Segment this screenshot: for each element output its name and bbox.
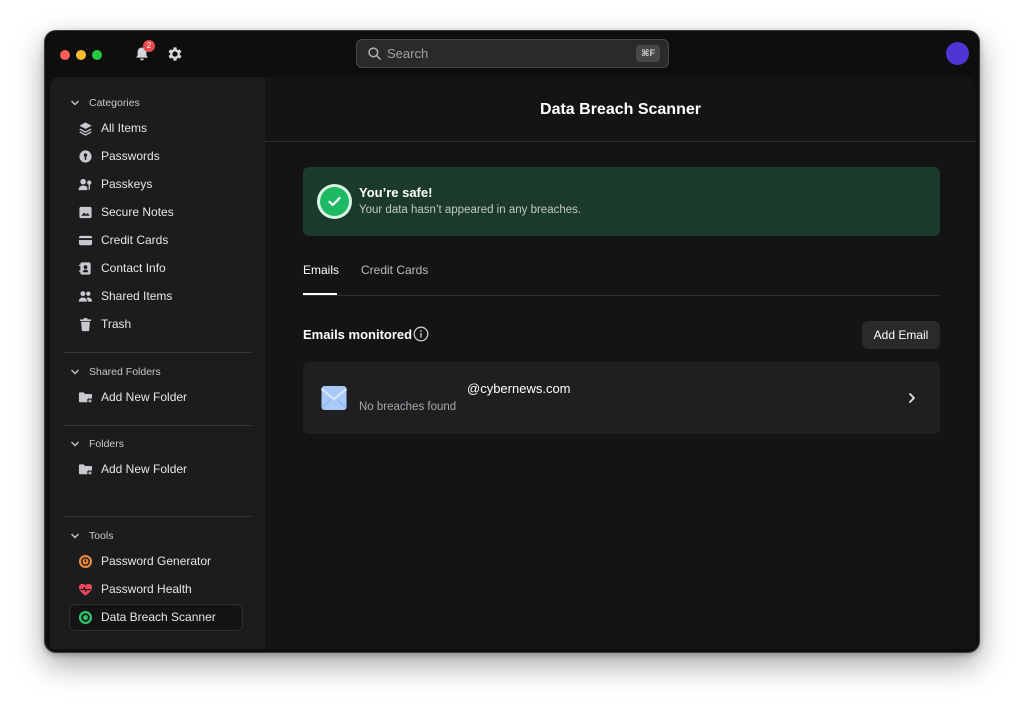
categories-header-label: Categories — [89, 97, 140, 109]
tabs-divider — [303, 295, 940, 296]
sidebar-item-label: All Items — [101, 121, 148, 135]
folder-plus-icon — [78, 392, 93, 404]
sidebar-divider — [64, 516, 251, 517]
search-bar[interactable]: Search ⌘F — [356, 39, 669, 68]
sidebar-item-label: Add New Folder — [101, 390, 188, 404]
sidebar-item-data-breach-scanner[interactable]: Data Breach Scanner — [69, 604, 243, 631]
sidebar-item-label: Contact Info — [101, 261, 166, 275]
titlebar: 2 Search ⌘F — [45, 31, 979, 77]
avatar[interactable] — [946, 42, 969, 65]
sidebar-item-password-generator[interactable]: Password Generator — [69, 548, 243, 575]
check-icon — [328, 196, 341, 207]
sidebar-item-label: Passwords — [101, 149, 160, 163]
search-input[interactable]: Search — [387, 46, 428, 61]
sidebar-item-label: Shared Items — [101, 289, 173, 303]
passkey-icon — [78, 178, 92, 191]
maximize-window-button[interactable] — [92, 50, 102, 60]
sidebar-item-label: Data Breach Scanner — [101, 610, 216, 624]
sidebar-item-credit-cards[interactable]: Credit Cards — [69, 227, 243, 254]
chevron-down-icon — [71, 441, 79, 447]
chevron-right-icon[interactable] — [905, 391, 919, 405]
contact-icon — [78, 262, 91, 275]
add-email-button[interactable]: Add Email — [862, 321, 940, 349]
folders-header-label: Folders — [89, 438, 125, 450]
sidebar-item-label: Credit Cards — [101, 233, 169, 247]
search-icon — [368, 47, 381, 60]
chevron-down-icon — [71, 369, 79, 375]
sidebar: Categories All Items Passwords Passkeys … — [50, 77, 265, 649]
page-title: Data Breach Scanner — [540, 101, 701, 118]
sidebar-item-password-health[interactable]: Password Health — [69, 576, 243, 603]
sidebar-divider — [64, 352, 251, 353]
notification-badge: 2 — [143, 40, 155, 52]
close-window-button[interactable] — [60, 50, 70, 60]
sidebar-item-passwords[interactable]: Passwords — [69, 143, 243, 170]
shared-folders-add-new-folder[interactable]: Add New Folder — [69, 384, 243, 411]
sidebar-item-label: Secure Notes — [101, 205, 174, 219]
note-icon — [79, 206, 92, 219]
sidebar-item-label: Passkeys — [101, 177, 153, 191]
chevron-down-icon — [71, 533, 79, 539]
email-breach-status: No breaches found — [359, 401, 457, 413]
sidebar-item-label: Add New Folder — [101, 462, 188, 476]
sidebar-item-secure-notes[interactable]: Secure Notes — [69, 199, 243, 226]
safe-status-subtitle: Your data hasn’t appeared in any breache… — [359, 204, 582, 216]
sidebar-divider — [64, 425, 251, 426]
email-address: @cybernews.com — [467, 381, 571, 396]
folders-add-new-folder[interactable]: Add New Folder — [69, 456, 243, 483]
folder-plus-icon — [78, 464, 93, 476]
sidebar-item-label: Trash — [101, 317, 132, 331]
sidebar-item-label: Password Health — [101, 582, 192, 596]
sidebar-item-contact-info[interactable]: Contact Info — [69, 255, 243, 282]
heart-pulse-icon — [78, 583, 93, 596]
shared-folders-header-label: Shared Folders — [89, 366, 161, 378]
email-list-item[interactable]: @cybernews.com No breaches found — [303, 362, 940, 434]
sidebar-item-trash[interactable]: Trash — [69, 311, 243, 338]
info-icon[interactable] — [413, 326, 429, 342]
users-icon — [78, 291, 93, 302]
minimize-window-button[interactable] — [76, 50, 86, 60]
layers-icon — [79, 122, 92, 136]
key-icon — [79, 150, 92, 163]
password-generator-icon — [78, 554, 93, 569]
tab-credit-cards[interactable]: Credit Cards — [361, 263, 428, 277]
emails-monitored-heading: Emails monitored — [303, 327, 413, 342]
safe-status-banner: You’re safe! Your data hasn’t appeared i… — [303, 167, 940, 236]
check-circle-icon — [320, 187, 349, 216]
chevron-down-icon — [71, 100, 79, 106]
active-tab-indicator — [303, 293, 337, 295]
envelope-icon — [321, 386, 347, 410]
credit-card-icon — [78, 235, 93, 246]
safe-status-title: You’re safe! — [359, 185, 433, 200]
trash-icon — [79, 317, 92, 332]
search-shortcut-hint: ⌘F — [636, 45, 660, 62]
safe-status-icon — [317, 184, 352, 219]
app-window: 2 Search ⌘F Categories All Items Passwor… — [44, 30, 980, 653]
header-divider — [265, 141, 976, 142]
gear-icon[interactable] — [166, 45, 184, 63]
main-content: Data Breach Scanner You’re safe! Your da… — [265, 77, 976, 649]
breach-scanner-icon — [78, 610, 93, 625]
sidebar-item-shared-items[interactable]: Shared Items — [69, 283, 243, 310]
sidebar-item-passkeys[interactable]: Passkeys — [69, 171, 243, 198]
sidebar-item-all-items[interactable]: All Items — [69, 115, 243, 142]
tab-emails[interactable]: Emails — [303, 263, 339, 277]
sidebar-item-label: Password Generator — [101, 554, 212, 568]
tools-header-label: Tools — [89, 530, 114, 542]
